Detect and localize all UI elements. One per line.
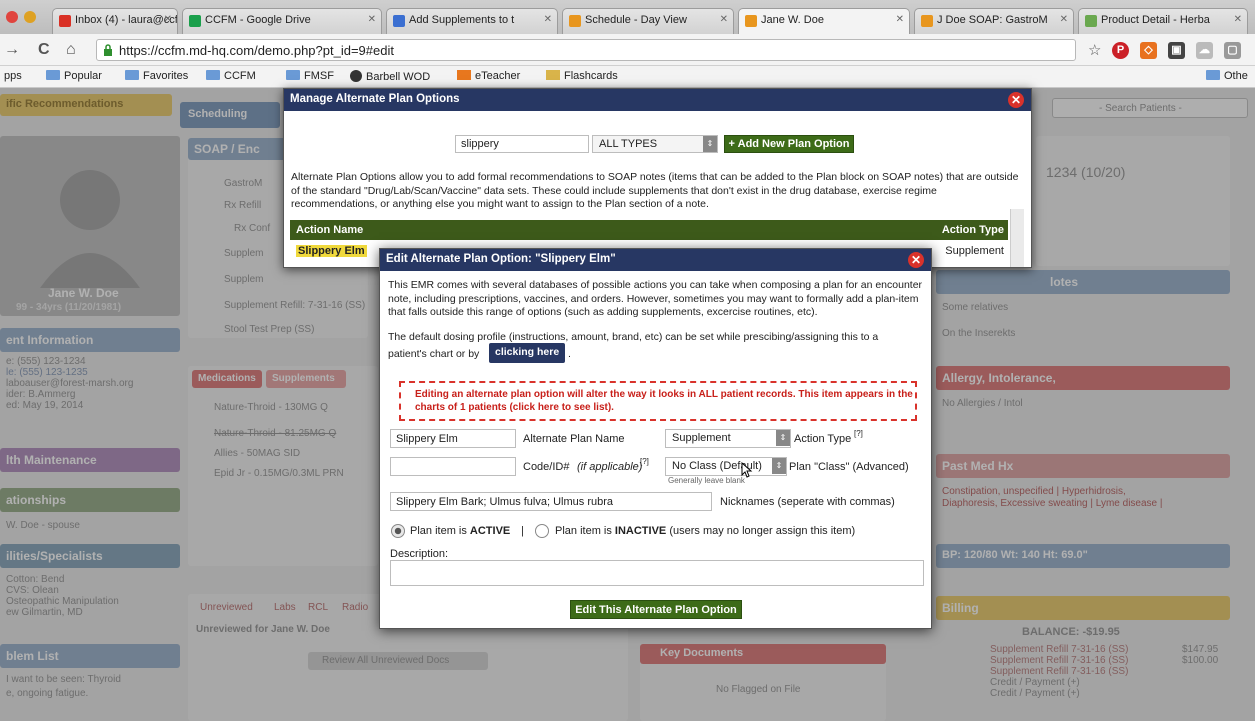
address-bar[interactable]: https://ccfm.md-hq.com/demo.php?pt_id=9#… xyxy=(96,39,1076,61)
folder-icon xyxy=(286,70,300,80)
browser-toolbar: → C ⌂ https://ccfm.md-hq.com/demo.php?pt… xyxy=(0,34,1255,66)
inactive-radio[interactable] xyxy=(535,524,549,538)
bookmarks-bar: pps Popular Favorites CCFM FMSF Barbell … xyxy=(0,66,1255,88)
md-hq-icon xyxy=(921,15,933,27)
dosing-text: The default dosing profile (instructions… xyxy=(388,331,879,343)
gmail-icon xyxy=(59,15,71,27)
bookmark-star-icon[interactable]: ☆ xyxy=(1088,41,1101,59)
plan-class-select[interactable]: No Class (Default) ⇕ xyxy=(665,457,787,476)
bookmark-other[interactable]: Othe xyxy=(1206,70,1248,82)
folder-icon xyxy=(125,70,139,80)
tab-close-icon[interactable]: ✕ xyxy=(1060,14,1068,25)
md-hq-icon xyxy=(745,15,757,27)
tab-close-icon[interactable]: ✕ xyxy=(368,14,376,25)
description-textarea[interactable] xyxy=(390,560,924,586)
reload-icon[interactable]: C xyxy=(38,41,50,59)
home-icon[interactable]: ⌂ xyxy=(66,41,76,59)
help-link[interactable]: [?] xyxy=(640,457,649,466)
dialog-title: Edit Alternate Plan Option: "Slippery El… xyxy=(380,249,931,271)
action-type-select[interactable]: Supplement ⇕ xyxy=(665,429,791,448)
help-link[interactable]: [?] xyxy=(854,429,863,438)
clicking-here-button[interactable]: clicking here xyxy=(489,343,566,363)
plan-options-table-header: Action Name Action Type xyxy=(290,220,1008,240)
browser-tab[interactable]: J Doe SOAP: GastroM ✕ xyxy=(914,8,1074,34)
folder-icon xyxy=(46,70,60,80)
close-icon[interactable]: ✕ xyxy=(1008,92,1024,108)
dosing-text-2: patient's chart or by xyxy=(388,348,480,360)
tab-close-icon[interactable]: ✕ xyxy=(164,14,172,25)
edit-plan-option-dialog: Edit Alternate Plan Option: "Slippery El… xyxy=(379,248,932,629)
manage-plan-options-dialog: Manage Alternate Plan Options ✕ ALL TYPE… xyxy=(283,88,1032,268)
browser-tab[interactable]: Add Supplements to t ✕ xyxy=(386,8,558,34)
bookmark-fmsf[interactable]: FMSF xyxy=(286,70,334,82)
edit-intro-text: This EMR comes with several databases of… xyxy=(388,279,923,318)
bookmark-barbell-wod[interactable]: Barbell WOD xyxy=(350,70,430,83)
docs-icon xyxy=(393,15,405,27)
browser-tab[interactable]: Product Detail - Herba ✕ xyxy=(1078,8,1248,34)
chevron-down-icon: ⇕ xyxy=(703,136,717,152)
folder-icon xyxy=(206,70,220,80)
bookmark-favorites[interactable]: Favorites xyxy=(125,70,188,82)
bookmark-popular[interactable]: Popular xyxy=(46,70,102,82)
tab-close-icon[interactable]: ✕ xyxy=(896,14,904,25)
warning-box[interactable]: Editing an alternate plan option will al… xyxy=(399,381,917,421)
code-id-input[interactable] xyxy=(390,457,516,476)
scrollbar[interactable] xyxy=(1010,209,1024,267)
browser-tab-bar: Inbox (4) - laura@ccfm ✕ CCFM - Google D… xyxy=(0,0,1255,34)
lock-icon xyxy=(103,44,113,56)
leaf-icon xyxy=(1085,15,1097,27)
tab-close-icon[interactable]: ✕ xyxy=(544,14,552,25)
window-minimize-button[interactable] xyxy=(24,11,36,23)
chevron-down-icon: ⇕ xyxy=(772,458,786,474)
url-text: https://ccfm.md-hq.com/demo.php?pt_id=9#… xyxy=(119,43,394,58)
extension-icon[interactable]: ▣ xyxy=(1168,42,1185,59)
extension-icon[interactable]: ◇ xyxy=(1140,42,1157,59)
eteacher-icon xyxy=(457,70,471,80)
bookmark-apps[interactable]: pps xyxy=(4,70,22,82)
flashcards-icon xyxy=(546,70,560,80)
bookmark-ccfm[interactable]: CCFM xyxy=(206,70,256,82)
bookmark-eteacher[interactable]: eTeacher xyxy=(457,70,520,82)
plan-option-search-input[interactable] xyxy=(455,135,589,153)
pinterest-icon[interactable]: P xyxy=(1112,42,1129,59)
nicknames-input[interactable] xyxy=(390,492,712,511)
mouse-cursor-icon xyxy=(741,462,753,478)
tab-close-icon[interactable]: ✕ xyxy=(1234,14,1242,25)
plan-type-filter-select[interactable]: ALL TYPES ⇕ xyxy=(592,135,718,153)
drive-icon xyxy=(189,15,201,27)
dialog-title: Manage Alternate Plan Options xyxy=(284,89,1031,111)
browser-tab[interactable]: CCFM - Google Drive ✕ xyxy=(182,8,382,34)
plan-options-description: Alternate Plan Options allow you to add … xyxy=(291,171,1019,210)
chevron-down-icon: ⇕ xyxy=(776,430,790,446)
extension-icon[interactable]: ☁ xyxy=(1196,42,1213,59)
md-hq-icon xyxy=(569,15,581,27)
barbell-icon xyxy=(350,70,362,82)
forward-icon[interactable]: → xyxy=(4,41,20,59)
folder-icon xyxy=(1206,70,1220,80)
extension-icon[interactable]: ▢ xyxy=(1224,42,1241,59)
window-close-button[interactable] xyxy=(6,11,18,23)
close-icon[interactable]: ✕ xyxy=(908,252,924,268)
browser-tab-active[interactable]: Jane W. Doe ✕ xyxy=(738,8,910,34)
browser-tab[interactable]: Schedule - Day View ✕ xyxy=(562,8,734,34)
edit-plan-option-submit-button[interactable]: Edit This Alternate Plan Option xyxy=(570,600,742,619)
bookmark-flashcards[interactable]: Flashcards xyxy=(546,70,618,82)
active-radio[interactable] xyxy=(391,524,405,538)
tab-close-icon[interactable]: ✕ xyxy=(720,14,728,25)
browser-tab[interactable]: Inbox (4) - laura@ccfm ✕ xyxy=(52,8,178,34)
alternate-plan-name-input[interactable] xyxy=(390,429,516,448)
add-new-plan-option-button[interactable]: + Add New Plan Option xyxy=(724,135,854,153)
